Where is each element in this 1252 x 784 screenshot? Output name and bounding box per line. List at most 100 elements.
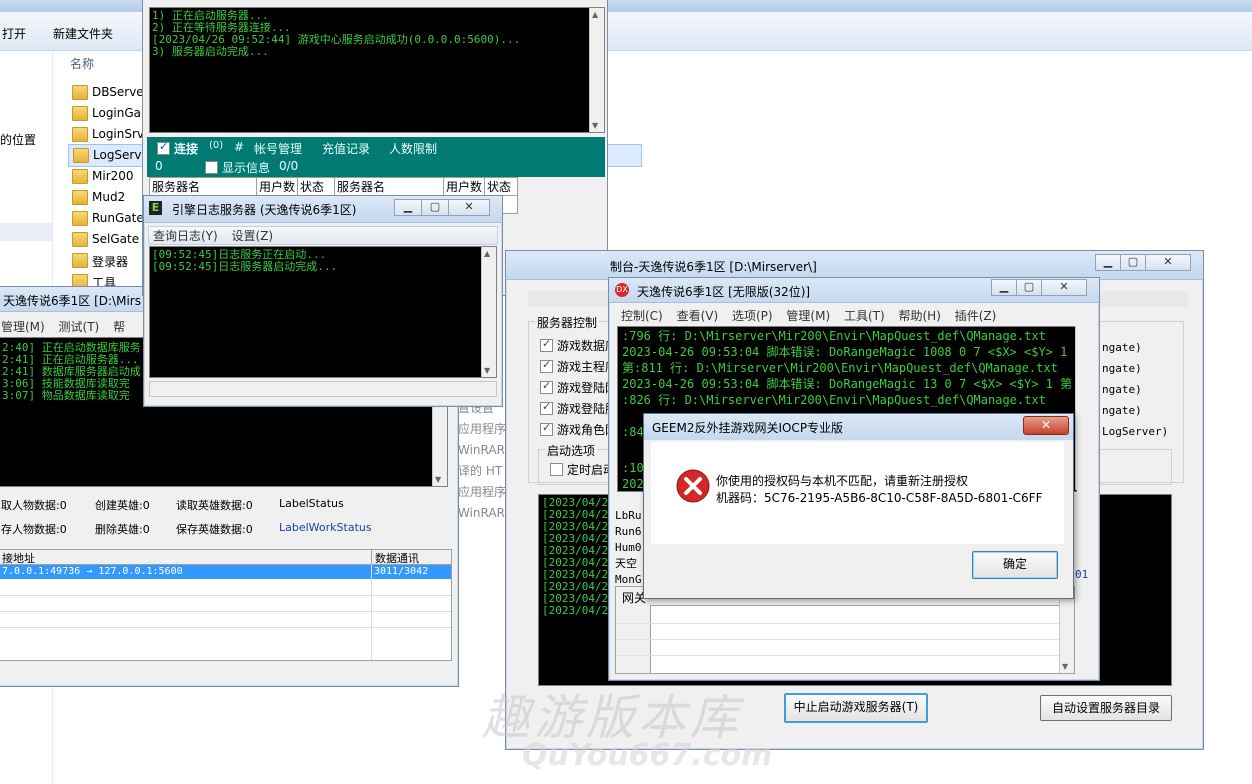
column-header[interactable]: 状态 [297,177,336,196]
path-label: LogServer) [1102,425,1169,438]
checkbox-login-server[interactable]: 游戏登陆服 [540,400,617,417]
column-header[interactable]: 数据通讯 [371,550,419,566]
connect-checkbox[interactable]: 连接 [157,140,198,157]
menu-view[interactable]: 查看(V) [677,309,719,323]
column-header[interactable]: 服务器名 [149,177,257,196]
check-icon [540,379,553,394]
show-info-checkbox[interactable]: 显示信息 [205,159,270,176]
error-icon [676,469,710,503]
close-icon[interactable]: ✕ [1041,279,1087,296]
player-limit-button[interactable]: 人数限制 [389,140,437,157]
nav-selected-item[interactable] [0,223,52,241]
console-line: :796 行: D:\Mirserver\Mir200\Envir\MapQue… [622,329,1046,343]
minimize-icon[interactable]: ▁ [394,199,422,216]
ok-button[interactable]: 确定 [972,551,1058,579]
console-scrollbar[interactable]: ▲▼ [481,247,496,377]
checkbox-role-gate[interactable]: 游戏角色网 [540,421,617,438]
dialog-titlebar[interactable]: GEEM2反外挂游戏网关IOCP专业版 ✕ [644,414,1073,440]
open-button[interactable]: 打开 [2,25,26,42]
list-item[interactable]: 应用程序 [458,419,506,440]
menu-options[interactable]: 选项(P) [732,309,773,323]
new-folder-button[interactable]: 新建文件夹 [53,25,113,42]
column-header[interactable]: 状态 [484,177,519,196]
menu-test[interactable]: 测试(T) [59,320,100,334]
list-item[interactable]: WinRAR [458,440,506,461]
grid-scrollbar[interactable]: ▼ [1059,587,1074,673]
column-header[interactable]: 用户数 [255,177,299,196]
game-console-output[interactable]: 1) 正在启动服务器... 2) 正在等待服务器连接... [2023/04/2… [149,7,605,133]
scroll-down-icon[interactable]: ▼ [484,366,490,375]
maximize-icon[interactable]: ▢ [1016,279,1042,296]
stat-label: LabelStatus [279,497,344,510]
stat-label: 取人物数据:0 [1,499,67,512]
group-title: 服务器控制 [535,314,600,331]
dialog-body: 你使用的授权码与本机不匹配，请重新注册授权 机器码：5C76-2195-A5B6… [651,442,1064,544]
background-file-list: 置设置 应用程序 WinRAR 译的 HT 应用程序 WinRAR [458,398,506,524]
checkbox-login-gate[interactable]: 游戏登陆网 [540,379,617,396]
gateway-grid[interactable]: 网关 ▼ [615,586,1075,674]
scroll-up-icon[interactable]: ▲ [484,249,490,258]
column-header[interactable]: 接地址 [2,550,35,566]
stop-start-server-button[interactable]: 中止启动游戏服务器(T) [784,693,928,723]
check-icon [540,421,553,436]
scroll-down-icon[interactable]: ▼ [1062,662,1068,671]
checkbox-db-server[interactable]: 游戏数据库 [540,337,617,354]
group-title: 启动选项 [545,442,598,459]
nav-location-item[interactable]: 的位置 [0,131,36,148]
log-server-window: E 引擎日志服务器 (天逸传说6季1区) ▁ ▢ ✕ 查询日志(Y) 设置(Z) [… [143,195,503,407]
control-window-titlebar[interactable]: 制台-天逸传说6季1区 [D:\Mirserver\] ▁ ▢ ✕ [506,251,1203,280]
log-window-titlebar[interactable]: E 引擎日志服务器 (天逸传说6季1区) ▁ ▢ ✕ [144,196,502,223]
maximize-icon[interactable]: ▢ [421,199,449,216]
stat-label: 保存英雄数据:0 [176,523,253,536]
stat-label: 天空 [615,557,637,570]
scroll-down-icon[interactable]: ▼ [435,475,441,484]
table-row[interactable]: 7.0.0.1:49736 → 127.0.0.1:5600 3011/3042 [0,565,451,579]
console-window-titlebar[interactable]: DX 天逸传说6季1区 [无限版(32位)] ▁ ▢ ✕ [609,278,1099,303]
list-item[interactable]: WinRAR [458,503,506,524]
log-menubar: 查询日志(Y) 设置(Z) [148,226,498,245]
menu-tools[interactable]: 工具(T) [844,309,885,323]
console-scrollbar[interactable]: ▲▼ [589,8,604,132]
stat-label: 存人物数据:0 [1,523,67,536]
auto-set-directory-button[interactable]: 自动设置服务器目录 [1040,695,1172,721]
dialog-footer: 确定 [651,544,1064,590]
folder-icon [72,232,88,247]
table-cell: 3011/3042 [374,566,429,577]
close-icon[interactable]: ✕ [448,199,490,216]
minimize-icon[interactable]: ▁ [1095,254,1121,271]
scroll-up-icon[interactable]: ▲ [592,10,598,19]
column-header[interactable]: 服务器名 [334,177,445,196]
menu-query-log[interactable]: 查询日志(Y) [153,229,218,243]
scroll-down-icon[interactable]: ▼ [592,121,598,130]
timed-start-checkbox[interactable]: 定时启动 [550,461,615,478]
log-console-output[interactable]: [09:52:45]日志服务正在启动... [09:52:45]日志服务器启动完… [149,246,497,378]
menu-manage[interactable]: 管理(M) [786,309,830,323]
stat-label: Run6 [615,525,642,538]
app-icon: E [149,201,162,215]
column-name-header[interactable]: 名称 [70,55,94,72]
folder-icon [72,85,88,100]
connection-table[interactable]: 接地址 数据通讯 7.0.0.1:49736 → 127.0.0.1:5600 … [0,549,452,661]
close-icon[interactable]: ✕ [1023,416,1069,435]
menu-help[interactable]: 帮助(H) [899,309,941,323]
list-item[interactable]: 译的 HT [458,461,506,482]
console-scrollbar[interactable] [1075,326,1090,490]
menu-help[interactable]: 帮 [113,320,125,334]
menu-plugins[interactable]: 插件(Z) [955,309,997,323]
menu-manage[interactable]: 管理(M) [1,320,45,334]
folder-icon [72,211,88,226]
minimize-icon[interactable]: ▁ [991,279,1017,296]
window-title: 引擎日志服务器 (天逸传说6季1区) [172,203,357,217]
maximize-icon[interactable]: ▢ [1120,254,1146,271]
close-icon[interactable]: ✕ [1145,254,1191,271]
list-item[interactable]: 应用程序 [458,482,506,503]
checkbox-game-main[interactable]: 游戏主程序 [540,358,617,375]
watermark-logo: 趣游版本库 QuYou667.com [482,690,773,773]
account-management-button[interactable]: 帐号管理 [254,140,302,157]
menu-settings[interactable]: 设置(Z) [232,229,274,243]
column-header[interactable]: 用户数 [443,177,486,196]
menu-control[interactable]: 控制(C) [621,309,663,323]
recharge-log-button[interactable]: 充值记录 [322,140,370,157]
stat-value: 01 [1075,568,1089,581]
check-icon [540,337,553,352]
